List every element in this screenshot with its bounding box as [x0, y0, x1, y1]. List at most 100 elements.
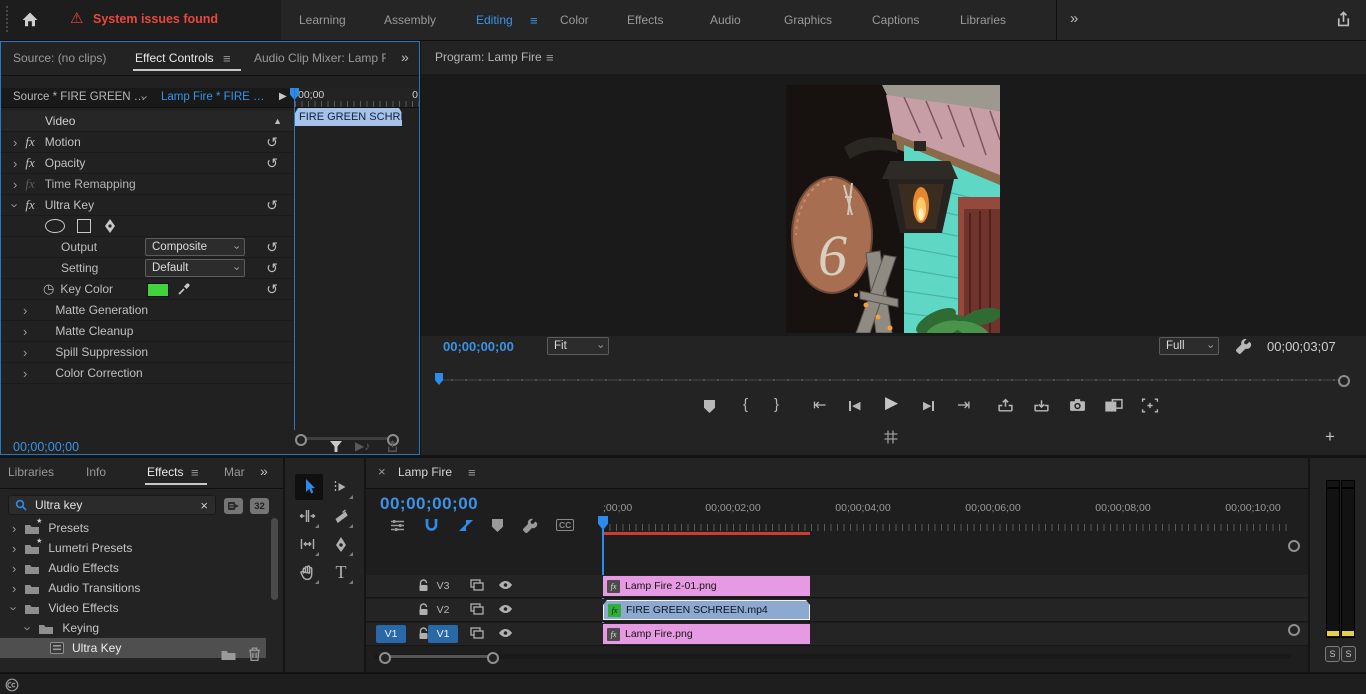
- hscroll-handle-left[interactable]: [379, 652, 391, 664]
- mini-lane-clip[interactable]: FIRE GREEN SCHREI: [295, 108, 402, 126]
- workspace-tab-assembly[interactable]: Assembly: [384, 13, 436, 27]
- chevron-right-icon[interactable]: ›: [13, 178, 17, 191]
- step-back-icon[interactable]: ◀: [849, 399, 860, 412]
- program-playhead[interactable]: [435, 373, 443, 385]
- selection-tool-active-box[interactable]: [295, 474, 323, 500]
- hand-tool-icon[interactable]: [295, 560, 319, 584]
- zoom-level-dropdown[interactable]: Fit ›: [547, 337, 609, 355]
- export-frame-small-icon[interactable]: [385, 439, 400, 454]
- sync-lock-icon[interactable]: [470, 603, 484, 615]
- workspace-tab-learning[interactable]: Learning: [299, 13, 346, 27]
- group-row-matte-generation[interactable]: › Matte Generation: [1, 300, 294, 321]
- export-frame-icon[interactable]: [1069, 397, 1086, 414]
- playback-resolution-dropdown[interactable]: Full ›: [1159, 337, 1219, 355]
- track-target-v3[interactable]: V3: [428, 577, 458, 595]
- snap-magnet-icon[interactable]: [424, 517, 439, 533]
- workspace-tab-color[interactable]: Color: [560, 13, 589, 27]
- effect-controls-mini-ruler[interactable]: 00;00 0: [295, 88, 419, 108]
- track-select-forward-tool-icon[interactable]: [329, 475, 353, 499]
- group-row-matte-cleanup[interactable]: › Matte Cleanup: [1, 321, 294, 342]
- warning-icon[interactable]: ⚠: [70, 9, 83, 27]
- reset-param-icon[interactable]: ↺: [266, 240, 278, 254]
- close-tab-icon[interactable]: ×: [378, 464, 386, 479]
- captions-cc-badge[interactable]: CC: [556, 519, 575, 531]
- video-section-header[interactable]: Video ▲: [1, 111, 294, 132]
- chevron-right-icon[interactable]: ›: [12, 562, 16, 575]
- effect-controls-menu-icon[interactable]: ≡: [223, 51, 231, 66]
- tree-row-keying[interactable]: › Keying: [0, 618, 266, 638]
- tree-row-video-effects[interactable]: › Video Effects: [0, 598, 266, 618]
- accelerated-effects-badge[interactable]: [224, 498, 243, 514]
- chevron-right-icon[interactable]: ›: [23, 304, 27, 317]
- toggle-track-output-eye-icon[interactable]: [498, 603, 513, 615]
- quick-export-icon[interactable]: [1334, 10, 1353, 29]
- program-menu-icon[interactable]: ≡: [546, 50, 554, 65]
- group-row-color-correction[interactable]: › Color Correction: [1, 363, 294, 384]
- play-audio-icon[interactable]: ▶♪: [355, 439, 370, 453]
- timeline-menu-icon[interactable]: ≡: [468, 465, 476, 480]
- reset-effect-icon[interactable]: ↺: [266, 156, 278, 170]
- tree-row-audio-effects[interactable]: › Audio Effects: [0, 558, 266, 578]
- new-custom-bin-icon[interactable]: [220, 648, 237, 661]
- clear-search-icon[interactable]: ×: [200, 498, 208, 513]
- timeline-display-settings-icon[interactable]: [390, 518, 405, 533]
- extract-icon[interactable]: [1033, 397, 1050, 414]
- filter-properties-icon[interactable]: [329, 440, 343, 454]
- hscroll-handle-left[interactable]: [295, 434, 307, 446]
- key-color-swatch[interactable]: [147, 283, 169, 297]
- tab-effect-controls[interactable]: Effect Controls: [135, 51, 213, 65]
- rect-mask-icon[interactable]: [77, 219, 91, 233]
- chevron-right-icon[interactable]: ›: [12, 542, 16, 555]
- pen-tool-icon[interactable]: [329, 532, 353, 556]
- step-forward-icon[interactable]: ▶: [923, 399, 935, 412]
- effects-vscrollbar[interactable]: [271, 518, 278, 600]
- tab-program-monitor[interactable]: Program: Lamp Fire: [435, 50, 542, 64]
- play-button-icon[interactable]: ▶: [885, 393, 898, 413]
- output-dropdown[interactable]: Composite ›: [145, 238, 245, 256]
- timeline-wrench-icon[interactable]: [522, 518, 538, 534]
- tab-info[interactable]: Info: [86, 465, 106, 479]
- chevron-down-icon[interactable]: ›: [8, 203, 23, 207]
- eyedropper-icon[interactable]: [177, 281, 192, 296]
- lift-icon[interactable]: [997, 397, 1014, 414]
- solo-right-button[interactable]: S: [1341, 646, 1356, 662]
- chevron-right-icon[interactable]: ›: [12, 582, 16, 595]
- chevron-right-icon[interactable]: ›: [23, 325, 27, 338]
- solo-left-button[interactable]: S: [1325, 646, 1340, 662]
- panel-tab-overflow-icon[interactable]: »: [401, 49, 409, 65]
- source-patch-v1[interactable]: V1: [376, 625, 406, 643]
- group-row-spill-suppression[interactable]: › Spill Suppression: [1, 342, 294, 363]
- 32bit-color-badge[interactable]: 32: [250, 498, 269, 514]
- mark-out-icon[interactable]: }: [774, 396, 779, 413]
- track-target-v2[interactable]: V2: [428, 601, 458, 619]
- tree-row-audio-transitions[interactable]: › Audio Transitions: [0, 578, 266, 598]
- timeline-timecode[interactable]: 00;00;00;00: [380, 494, 478, 514]
- home-icon[interactable]: [20, 10, 40, 30]
- comparison-view-icon[interactable]: [1105, 397, 1123, 414]
- button-editor-icon[interactable]: [1141, 397, 1159, 414]
- tab-libraries[interactable]: Libraries: [8, 465, 54, 479]
- toggle-track-output-eye-icon[interactable]: [498, 579, 513, 591]
- track-target-v1[interactable]: V1: [428, 625, 458, 643]
- program-timecode[interactable]: 00;00;00;00: [443, 339, 514, 354]
- timeline-hscrollbar-track[interactable]: [374, 654, 1291, 659]
- workspace-tab-captions[interactable]: Captions: [872, 13, 919, 27]
- razor-tool-icon[interactable]: [329, 504, 353, 528]
- vscroll-handle-top[interactable]: [1288, 540, 1300, 552]
- tab-markers[interactable]: Mar: [224, 465, 245, 479]
- delete-trash-icon[interactable]: [247, 646, 262, 662]
- stopwatch-icon[interactable]: ◷: [43, 281, 54, 297]
- tab-effects[interactable]: Effects: [147, 465, 183, 479]
- toggle-track-output-eye-icon[interactable]: [498, 627, 513, 639]
- reset-effect-icon[interactable]: ↺: [266, 135, 278, 149]
- chevron-down-icon[interactable]: ›: [21, 626, 36, 630]
- ellipse-mask-icon[interactable]: [45, 219, 65, 233]
- effect-row-motion[interactable]: › fx Motion ↺: [1, 132, 294, 153]
- chevron-down-icon[interactable]: ›: [7, 606, 22, 610]
- timeline-marker-icon[interactable]: [492, 519, 503, 532]
- timeline-hscrollbar-thumb[interactable]: [383, 655, 493, 658]
- system-issues-text[interactable]: System issues found: [93, 12, 218, 26]
- timeline-ruler-ticks[interactable]: [603, 524, 1292, 531]
- clip-lamp-fire-2-01[interactable]: fx Lamp Fire 2-01.png: [603, 576, 810, 596]
- pen-mask-icon[interactable]: [103, 218, 117, 234]
